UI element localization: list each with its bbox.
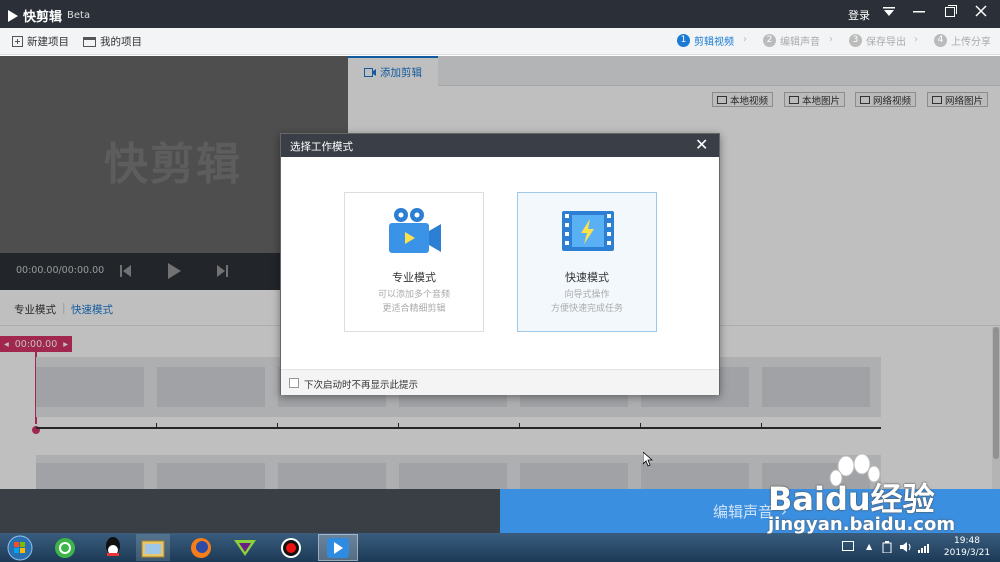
new-project-button[interactable]: 新建项目 [12,34,69,49]
dont-show-checkbox[interactable] [289,378,299,388]
pro-mode-desc-1: 可以添加多个音频 [377,290,450,300]
step-number: 4 [934,34,947,47]
show-hidden-icons-icon[interactable]: ▲ [866,542,872,551]
step-label: 上传分享 [951,37,991,48]
clock-date: 2019/3/21 [943,548,991,558]
step-number: 1 [677,34,690,47]
play-logo-icon [8,9,18,22]
dialog-footer: 下次启动时不再显示此提示 [281,369,719,395]
pro-mode-card[interactable]: 专业模式 可以添加多个音频 更适合精细剪辑 [344,192,484,332]
step-label: 编辑声音 [780,37,820,48]
chevron-right-icon: › [743,34,747,45]
dialog-header: 选择工作模式 ✕ [281,134,719,157]
fast-mode-card[interactable]: 快速模式 向导式操作 方便快速完成任务 [517,192,657,332]
clock-time: 19:48 [954,536,980,546]
step-number: 2 [763,34,776,47]
keyboard-icon[interactable] [842,541,854,554]
network-icon[interactable] [918,541,932,556]
login-button[interactable]: 登录 [848,7,870,23]
dialog-title: 选择工作模式 [290,141,353,153]
new-project-label: 新建项目 [27,36,69,48]
movie-camera-icon [387,207,443,260]
mouse-cursor-icon [642,451,654,470]
pro-mode-desc-2: 更适合精细剪辑 [382,304,446,314]
qq-icon[interactable] [96,534,130,561]
title-bar: 快剪辑 Beta 登录 [0,0,1000,28]
dialog-close-icon[interactable]: ✕ [695,135,708,154]
step-edit-audio[interactable]: 2 编辑声音 [763,33,820,48]
media-app-icon[interactable] [228,534,262,561]
firefox-icon[interactable] [184,534,218,561]
browser-icon[interactable] [48,534,82,561]
my-projects-label: 我的项目 [100,36,142,48]
watermark-url: jingyan.baidu.com [768,514,956,535]
step-edit-video[interactable]: 1 剪辑视频 [677,33,734,48]
dont-show-label[interactable]: 下次启动时不再显示此提示 [304,377,418,391]
fast-mode-title: 快速模式 [565,271,609,284]
chevron-right-icon: › [914,34,918,45]
close-icon[interactable] [970,4,992,24]
step-save-export[interactable]: 3 保存导出 [849,33,906,48]
step-upload-share[interactable]: 4 上传分享 [934,33,991,48]
volume-icon[interactable] [900,541,912,556]
fast-mode-desc-1: 向导式操作 [564,290,610,300]
pro-mode-title: 专业模式 [392,271,436,284]
step-label: 保存导出 [866,37,906,48]
film-strip-icon [562,211,614,254]
kuaijianji-task-icon[interactable] [318,534,358,561]
fast-mode-desc-2: 方便快速完成任务 [550,304,623,314]
file-explorer-icon[interactable] [136,534,170,561]
chevron-right-icon: › [829,34,833,45]
toolbar: 新建项目 我的项目 1 剪辑视频 › 2 编辑声音 › 3 保存导出 › 4 上… [0,28,1000,55]
start-button[interactable] [4,534,36,561]
record-icon[interactable] [274,534,308,561]
battery-icon[interactable] [882,541,892,556]
minimize-icon[interactable] [908,4,930,24]
step-label: 剪辑视频 [694,37,734,48]
maximize-icon[interactable] [940,4,962,24]
windows-taskbar: ▲ 19:48 2019/3/21 [0,533,1000,562]
baidu-jingyan-watermark: Baidu经验 jingyan.baidu.com [762,450,1000,535]
folder-icon [83,36,96,47]
my-projects-button[interactable]: 我的项目 [83,34,142,49]
app-logo: 快剪辑 Beta [8,6,90,25]
step-number: 3 [849,34,862,47]
plus-icon [12,36,23,47]
menu-dropdown-icon[interactable] [878,4,900,24]
work-mode-dialog: 选择工作模式 ✕ 专业模式 可以添加多个音频 更适合精细剪辑 快速模式 向导式操… [280,133,720,395]
beta-label: Beta [67,10,91,21]
taskbar-clock[interactable]: 19:48 2019/3/21 [940,535,994,559]
app-name: 快剪辑 [23,10,63,25]
